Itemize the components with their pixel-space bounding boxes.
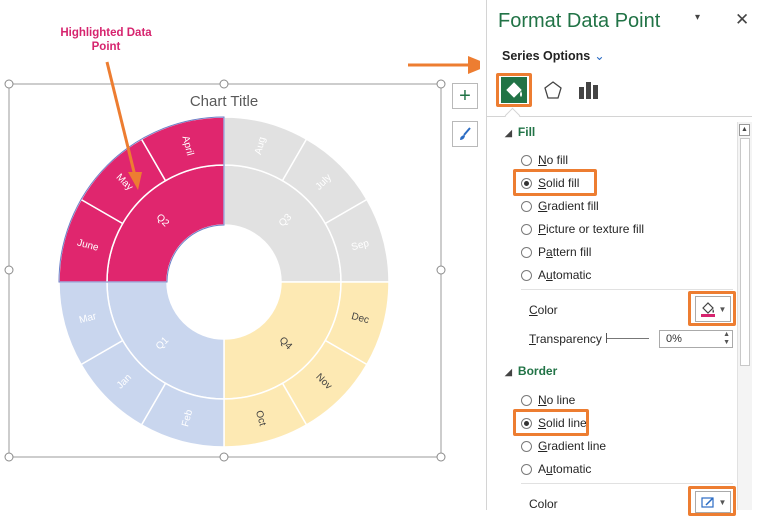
fill-divider [521, 289, 733, 290]
border-option-2[interactable]: Gradient line [521, 439, 606, 453]
resize-handle[interactable] [4, 79, 14, 89]
resize-handle[interactable] [436, 265, 446, 275]
transparency-slider[interactable] [607, 338, 649, 339]
resize-handle[interactable] [4, 265, 14, 275]
pentagon-icon [544, 81, 562, 99]
series-options-dropdown[interactable]: Series Options ⌄ [502, 48, 605, 63]
tab-effects[interactable] [539, 76, 567, 104]
bar-chart-icon [579, 82, 598, 99]
pane-scrollbar[interactable]: ▲ [737, 122, 752, 510]
chart-area[interactable]: Chart Title Q3Q4Q1Q2AugJulySepDecNovOctF… [0, 0, 480, 510]
highlight-box-border-color [688, 486, 736, 516]
pane-options-icon[interactable]: ▾ [695, 12, 700, 23]
highlight-box-fill-selected [513, 169, 597, 196]
resize-handle[interactable] [219, 79, 229, 89]
border-option-label: Automatic [538, 462, 592, 476]
resize-handle[interactable] [219, 452, 229, 462]
fill-option-label: No fill [538, 153, 569, 167]
highlight-box-fill-tab [496, 73, 532, 107]
tab-divider [487, 116, 752, 117]
resize-handle[interactable] [4, 452, 14, 462]
fill-option-2[interactable]: Gradient fill [521, 199, 599, 213]
plus-icon: + [459, 85, 471, 107]
tab-caret [504, 107, 521, 124]
chart-styles-button[interactable] [452, 121, 478, 147]
fill-option-label: Pattern fill [538, 245, 592, 259]
fill-section-header[interactable]: ◢ Fill [505, 125, 535, 139]
fill-option-5[interactable]: Automatic [521, 268, 591, 282]
border-color-label: Color [529, 497, 558, 511]
sunburst-chart[interactable]: Q3Q4Q1Q2AugJulySepDecNovOctFebJanMarJune… [58, 116, 390, 448]
annotation-line-2: Point [92, 41, 121, 53]
series-options-label: Series Options [502, 49, 591, 63]
collapse-triangle-icon: ◢ [505, 367, 512, 377]
radio-button[interactable] [521, 463, 532, 475]
radio-button[interactable] [521, 269, 532, 281]
chart-elements-button[interactable]: + [452, 83, 478, 109]
border-divider [521, 483, 733, 484]
fill-option-label: Automatic [538, 268, 592, 282]
fill-option-3[interactable]: Picture or texture fill [521, 222, 644, 236]
paintbrush-icon [460, 127, 471, 140]
transparency-label: Transparency [529, 332, 602, 346]
pane-title: Format Data Point [498, 10, 661, 32]
highlight-box-border-selected [513, 409, 589, 436]
border-option-label: No line [538, 393, 576, 407]
scroll-up-icon[interactable]: ▲ [739, 124, 750, 136]
radio-button[interactable] [521, 394, 532, 406]
border-option-label: Gradient line [538, 439, 607, 453]
spinner-icon[interactable]: ▲ ▼ [723, 331, 730, 347]
format-pane: Format Data Point ▾ ✕ Series Options ⌄ ◢ F… [486, 0, 768, 516]
highlight-box-fill-color [688, 291, 736, 326]
collapse-triangle-icon: ◢ [505, 128, 512, 138]
fill-color-label: Color [529, 303, 558, 317]
radio-button[interactable] [521, 440, 532, 452]
annotation-line-1: Highlighted Data [60, 27, 152, 39]
fill-option-0[interactable]: No fill [521, 153, 568, 167]
fill-option-label: Picture or texture fill [538, 222, 645, 236]
transparency-input[interactable]: 0% ▲ ▼ [659, 330, 733, 348]
border-option-3[interactable]: Automatic [521, 462, 591, 476]
fill-option-label: Gradient fill [538, 199, 599, 213]
border-section-header[interactable]: ◢ Border [505, 364, 557, 378]
pane-callout-arrow [408, 56, 480, 74]
close-icon[interactable]: ✕ [735, 10, 749, 30]
resize-handle[interactable] [436, 452, 446, 462]
radio-button[interactable] [521, 154, 532, 166]
scrollbar-thumb[interactable] [740, 138, 750, 366]
radio-button[interactable] [521, 223, 532, 235]
chart-title[interactable]: Chart Title [190, 93, 258, 110]
resize-handle[interactable] [436, 79, 446, 89]
border-option-0[interactable]: No line [521, 393, 575, 407]
tab-series-options[interactable] [575, 76, 603, 104]
fill-option-4[interactable]: Pattern fill [521, 245, 591, 259]
radio-button[interactable] [521, 200, 532, 212]
radio-button[interactable] [521, 246, 532, 258]
chevron-down-icon: ⌄ [594, 49, 605, 63]
